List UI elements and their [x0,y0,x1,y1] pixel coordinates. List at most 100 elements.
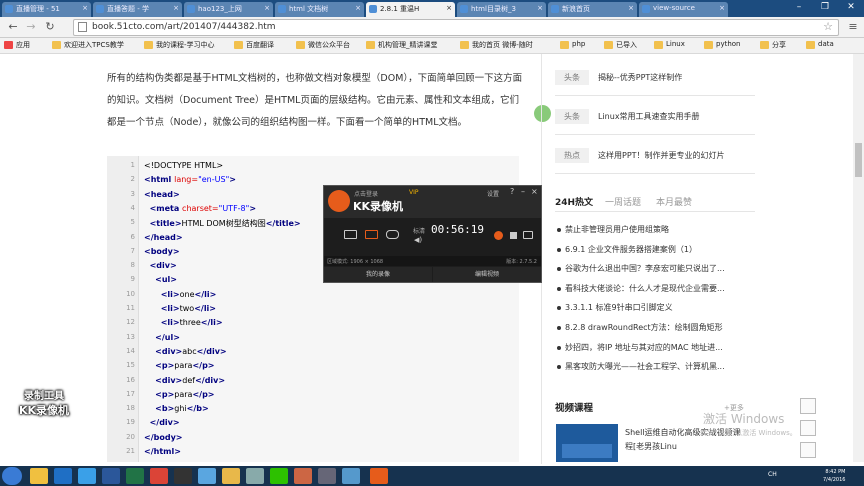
browser-tab[interactable]: 2.8.1 重温H × [366,2,455,17]
bookmark-item[interactable]: 已导入 [604,40,637,50]
browser-tab[interactable]: 直播管理 - 51 × [2,2,91,17]
outlook-icon[interactable] [54,468,72,484]
close-window-icon[interactable]: ✕ [838,0,864,16]
volume-icon[interactable]: ◀) [414,236,422,244]
kk-minimize-button[interactable]: – [521,187,525,196]
code-token: HTML DOM树型结构图 [181,219,266,229]
tab-close-icon[interactable]: × [719,4,725,12]
bookmark-star-icon[interactable]: ☆ [823,20,833,33]
chrome-icon[interactable] [150,468,168,484]
code-line: </html> [144,447,181,456]
news-item[interactable]: 6.9.1 企业文件服务器搭建案例（1） [555,244,745,255]
maximize-window-icon[interactable]: ❐ [812,0,838,16]
tab-24h[interactable]: 24H热文 [555,195,593,208]
app-icon[interactable] [342,468,360,484]
reload-icon[interactable]: ↻ [43,20,57,34]
notepad-icon[interactable] [246,468,264,484]
qr-code-icon[interactable] [800,398,816,414]
news-item[interactable]: 看科技大佬谈论：什么人才是现代企业需要... [555,283,745,294]
headline-link[interactable]: 揭秘--优秀PPT这样制作 [598,72,682,83]
bookmark-item[interactable]: 分享 [760,40,786,50]
bookmark-item[interactable]: 欢迎进入TPCS教学 [52,40,124,50]
wechat-icon[interactable] [270,468,288,484]
headline-link[interactable]: 这样用PPT！制作并更专业的幻灯片 [598,150,725,161]
word-icon[interactable] [102,468,120,484]
news-item[interactable]: 妙招四，将IP 地址与其对应的MAC 地址进... [555,342,745,353]
app-icon[interactable] [294,468,312,484]
tab-close-icon[interactable]: × [355,4,361,12]
game-mode-icon[interactable] [386,230,399,239]
tab-close-icon[interactable]: × [537,4,543,12]
start-button[interactable] [2,467,22,485]
kk-help-button[interactable]: ? [510,187,514,196]
news-item[interactable]: 8.2.8 drawRoundRect方法：绘制圆角矩形 [555,322,745,333]
kk-close-button[interactable]: × [531,187,538,196]
bookmark-item[interactable]: 我的首页 微博-随时 [460,40,533,50]
tab-close-icon[interactable]: × [264,4,270,12]
headline-item[interactable]: 头条 揭秘--优秀PPT这样制作 [555,58,755,96]
bookmark-item[interactable]: 百度翻译 [234,40,274,50]
tab-month[interactable]: 本月最赞 [656,195,692,208]
kk-vip-badge[interactable]: VIP [409,189,419,196]
browser-tab[interactable]: 新浪首页 × [548,2,637,17]
forward-icon[interactable]: → [24,20,38,34]
screenshot-icon[interactable] [523,231,533,239]
qq-icon[interactable] [198,468,216,484]
headline-item[interactable]: 头条 Linux常用工具速查实用手册 [555,97,755,135]
headline-link[interactable]: Linux常用工具速查实用手册 [598,111,700,122]
bookmark-item[interactable]: 机构管理_精讲课堂 [366,40,438,50]
tab-close-icon[interactable]: × [446,4,452,12]
news-item[interactable]: 谷歌为什么退出中国？李彦宏可能只说出了... [555,263,745,274]
code-token: para [174,389,193,399]
folder-icon[interactable] [222,468,240,484]
comment-icon[interactable] [800,420,816,436]
edit-video-button[interactable]: 编辑视频 [433,267,541,282]
kk-recorder-taskbar-icon[interactable] [370,468,388,484]
bookmark-item[interactable]: php [560,40,585,49]
page-scrollbar[interactable] [853,54,864,462]
browser-tab[interactable]: html 文档树 × [275,2,364,17]
address-bar[interactable]: book.51cto.com/art/201407/444382.htm ☆ [73,19,839,36]
tab-close-icon[interactable]: × [628,4,634,12]
tab-week[interactable]: 一周话题 [605,195,641,208]
minimize-window-icon[interactable]: – [786,0,812,16]
news-item[interactable]: 禁止非管理员用户使用组策略 [555,224,745,235]
excel-icon[interactable] [126,468,144,484]
browser-tab[interactable]: hao123_上网 × [184,2,273,17]
back-icon[interactable]: ← [6,20,20,34]
bookmark-folder-icon [460,41,469,49]
kk-settings-button[interactable]: 设置 [487,189,499,198]
video-thumbnail[interactable] [556,424,618,462]
news-item[interactable]: 黑客攻防大曝光——社会工程学、计算机黑... [555,361,745,372]
bookmark-item[interactable]: 应用 [4,40,30,50]
system-clock[interactable]: 8:42 PM 7/4/2016 [823,468,845,484]
bookmark-item[interactable]: Linux [654,40,685,49]
menu-icon[interactable]: ≡ [846,20,860,34]
browser-tab[interactable]: html目录树_3 × [457,2,546,17]
bookmark-item[interactable]: 微信公众平台 [296,40,350,50]
kk-quality-label[interactable]: 标清 [413,226,425,235]
headline-item[interactable]: 热点 这样用PPT！制作并更专业的幻灯片 [555,136,755,174]
my-recordings-button[interactable]: 我的录像 [324,267,432,282]
bookmark-item[interactable]: python [704,40,741,49]
browser-tab[interactable]: 直播答题 - 学 × [93,2,182,17]
kk-login-link[interactable]: 点击登录 [354,189,378,198]
share-icon[interactable] [800,442,816,458]
tab-close-icon[interactable]: × [82,4,88,12]
bookmark-item[interactable]: 我的课程-学习中心 [144,40,215,50]
record-icon[interactable] [494,231,503,240]
window-mode-icon[interactable] [365,230,378,239]
terminal-icon[interactable] [174,468,192,484]
tab-label: 直播答题 - 学 [107,5,149,13]
app-icon[interactable] [318,468,336,484]
input-language[interactable]: CH [768,471,777,478]
screen-mode-icon[interactable] [344,230,357,239]
page-scrollbar-thumb[interactable] [855,143,862,177]
bookmark-item[interactable]: data [806,40,834,49]
browser-tab[interactable]: view-source × [639,2,728,17]
explorer-icon[interactable] [30,468,48,484]
ie-icon[interactable] [78,468,96,484]
news-item[interactable]: 3.3.1.1 标准9针串口引脚定义 [555,302,745,313]
stop-icon[interactable] [510,232,517,239]
tab-close-icon[interactable]: × [173,4,179,12]
